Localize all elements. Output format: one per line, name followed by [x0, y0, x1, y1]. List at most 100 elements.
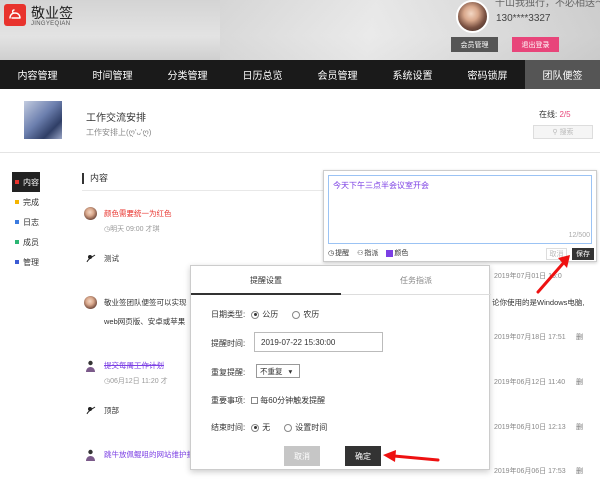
- sidebar-item-done[interactable]: 完成: [12, 192, 52, 212]
- no-end-label: 无: [262, 423, 271, 432]
- item-meta-text: 明天 09:00 才琪: [110, 226, 160, 233]
- group-header: 工作交流安排 工作安排上(ღ'ᴗ'ღ) 在线: 2/5 ⚲ 搜索: [0, 89, 600, 153]
- sidebar-item-manage[interactable]: 管理: [12, 252, 52, 272]
- sidebar-item-log[interactable]: 日志: [12, 212, 52, 232]
- clock-icon: ◷: [328, 250, 335, 257]
- delete-link[interactable]: 删: [576, 422, 583, 432]
- user-phone: 130****3327: [496, 13, 551, 24]
- people-icon: ⚇: [357, 250, 364, 257]
- editor-save-button[interactable]: 保存: [572, 248, 594, 260]
- date-type-row: 日期类型: 公历 农历: [211, 309, 319, 320]
- avatar: [84, 252, 97, 265]
- logo-icon: [4, 4, 26, 26]
- dialog-confirm-button[interactable]: 确定: [345, 446, 381, 466]
- delete-link[interactable]: 删: [576, 466, 583, 476]
- item-text: 跳牛放佩鲲咀的网站维护报: [104, 450, 194, 459]
- nav-item-time[interactable]: 时间管理: [75, 60, 150, 89]
- end-time-row: 结束时间: 无 设置时间: [211, 422, 327, 433]
- sidebar-item-label: 管理: [23, 257, 39, 267]
- user-avatar[interactable]: [456, 0, 489, 33]
- tab-task-assign[interactable]: 任务指派: [341, 266, 491, 295]
- repeat-label: 重复提醒:: [211, 368, 246, 377]
- radio-no-end[interactable]: [251, 423, 260, 432]
- repeat-select[interactable]: 不重复 ▾: [256, 364, 300, 378]
- logout-button[interactable]: 退出登录: [512, 37, 559, 52]
- item-meta-text: 06月12日 11:20 才: [110, 378, 168, 385]
- avatar: [84, 404, 97, 417]
- important-row: 重要事项: 每60分钟触发提醒: [211, 395, 325, 406]
- sidebar-item-label: 日志: [23, 217, 39, 227]
- gregorian-label: 公历: [262, 310, 279, 319]
- online-count: 在线: 2/5: [539, 109, 571, 120]
- item-text-right: 论你使用的是Windows电脑,: [492, 298, 585, 307]
- nav-item-settings[interactable]: 系统设置: [375, 60, 450, 89]
- editor-tools: ◷ 提醒 ⚇ 指派 颜色: [328, 248, 408, 258]
- delete-link[interactable]: 删: [576, 377, 583, 387]
- active-tab-indicator: [191, 293, 341, 295]
- item-date: 2019年06月12日 11:40: [494, 379, 566, 386]
- item-text: 敬业签团队便签可以实现: [104, 298, 187, 307]
- note-textarea[interactable]: 今天下午三点半会议室开会: [328, 175, 592, 244]
- avatar: [84, 448, 97, 461]
- search-placeholder: 搜索: [559, 129, 574, 136]
- remind-time-input[interactable]: 2019-07-22 15:30:00: [254, 332, 383, 352]
- item-text-line2: web网页版、安卓或苹果: [104, 317, 186, 326]
- dialog-cancel-button[interactable]: 取消: [284, 446, 320, 466]
- item-meta: ◷明天 09:00 才琪: [104, 224, 160, 234]
- radio-set-end[interactable]: [284, 423, 293, 432]
- item-date: 2019年07月01日 15:0: [494, 273, 562, 280]
- nav-item-category[interactable]: 分类管理: [150, 60, 225, 89]
- online-value: 2/5: [559, 110, 571, 119]
- color-label: 颜色: [394, 250, 409, 257]
- item-text: 顶部: [104, 406, 119, 415]
- char-count: 12/500: [568, 232, 590, 239]
- main-nav: 内容管理 时间管理 分类管理 日历总览 会员管理 系统设置 密码锁屏 团队便签: [0, 60, 600, 89]
- remind-label: 提醒: [335, 250, 350, 257]
- note-editor: 今天下午三点半会议室开会 12/500 ◷ 提醒 ⚇ 指派 颜色 取消 保存: [323, 170, 597, 262]
- nav-item-lock[interactable]: 密码锁屏: [450, 60, 525, 89]
- remind-time-label: 提醒时间:: [211, 339, 246, 348]
- item-text: 颜色需要统一为红色: [104, 209, 172, 218]
- radio-lunar[interactable]: [292, 310, 301, 319]
- nav-item-calendar[interactable]: 日历总览: [225, 60, 300, 89]
- important-option-label: 每60分钟触发提醒: [260, 396, 326, 405]
- item-text: 提交每周工作计划: [104, 361, 164, 370]
- dialog-tabs: 提醒设置 任务指派: [191, 266, 491, 295]
- set-end-label: 设置时间: [295, 423, 328, 432]
- tab-reminder-settings[interactable]: 提醒设置: [191, 266, 341, 295]
- delete-link[interactable]: 删: [576, 332, 583, 342]
- group-image: [24, 101, 62, 139]
- top-bar: 敬业签 JINGYEQIAN 千山我独行，不必相送～ 130****3327 会…: [0, 0, 600, 60]
- editor-cancel-button[interactable]: 取消: [546, 248, 567, 260]
- important-checkbox[interactable]: [251, 397, 259, 404]
- square-icon: [15, 240, 19, 244]
- member-manage-button[interactable]: 会员管理: [451, 37, 498, 52]
- item-date: 2019年06月10日 12:13: [494, 424, 566, 431]
- sidebar-item-content[interactable]: 内容: [12, 172, 40, 192]
- item-text: 测试: [104, 254, 119, 263]
- sidebar-item-label: 完成: [23, 197, 39, 207]
- search-input[interactable]: ⚲ 搜索: [533, 125, 593, 139]
- online-label: 在线:: [539, 110, 558, 119]
- repeat-value: 不重复: [260, 366, 283, 376]
- nav-item-team[interactable]: 团队便签: [525, 60, 600, 89]
- app-title: 敬业签: [31, 5, 73, 21]
- content-heading: 内容: [82, 173, 108, 184]
- divider: [82, 190, 326, 191]
- sidebar: 内容 完成 日志 成员 管理: [12, 172, 52, 272]
- nav-item-content[interactable]: 内容管理: [0, 60, 75, 89]
- square-icon: [15, 220, 19, 224]
- color-icon: [386, 249, 394, 257]
- assign-label: 指派: [364, 250, 379, 257]
- remind-tool[interactable]: ◷ 提醒: [328, 248, 349, 258]
- group-description: 工作安排上(ღ'ᴗ'ღ): [86, 128, 152, 137]
- radio-gregorian[interactable]: [251, 310, 260, 319]
- sidebar-item-label: 内容: [23, 177, 39, 187]
- assign-tool[interactable]: ⚇ 指派: [357, 248, 378, 258]
- search-icon: ⚲: [552, 129, 558, 136]
- sidebar-item-members[interactable]: 成员: [12, 232, 52, 252]
- avatar: [84, 359, 97, 372]
- nav-item-member[interactable]: 会员管理: [300, 60, 375, 89]
- color-tool[interactable]: 颜色: [386, 248, 408, 258]
- app: 敬业签 JINGYEQIAN 千山我独行，不必相送～ 130****3327 会…: [0, 0, 600, 488]
